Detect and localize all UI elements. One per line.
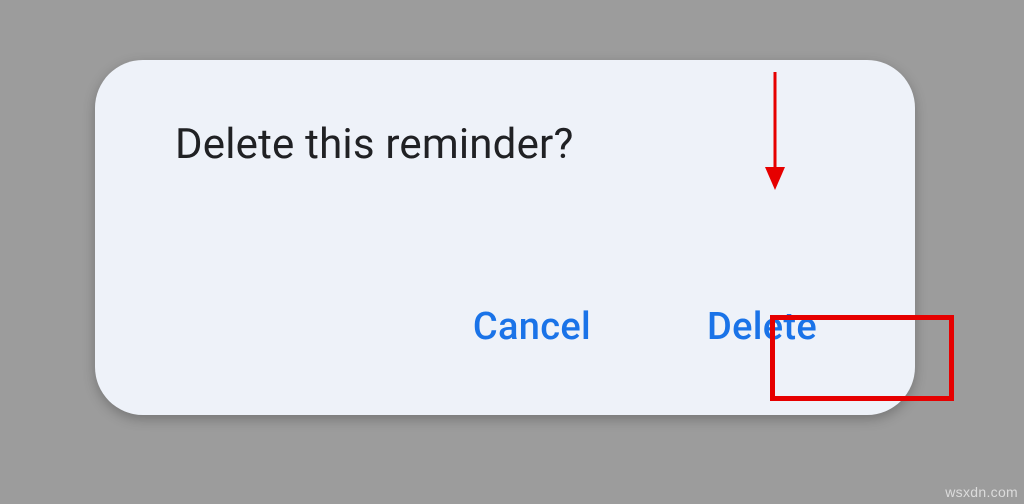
dialog-actions: Cancel Delete [175,289,855,375]
delete-button[interactable]: Delete [679,289,845,365]
dialog-title: Delete this reminder? [175,120,855,169]
watermark-text: wsxdn.com [945,484,1018,500]
confirmation-dialog: Delete this reminder? Cancel Delete [95,60,915,415]
cancel-button[interactable]: Cancel [445,289,619,365]
